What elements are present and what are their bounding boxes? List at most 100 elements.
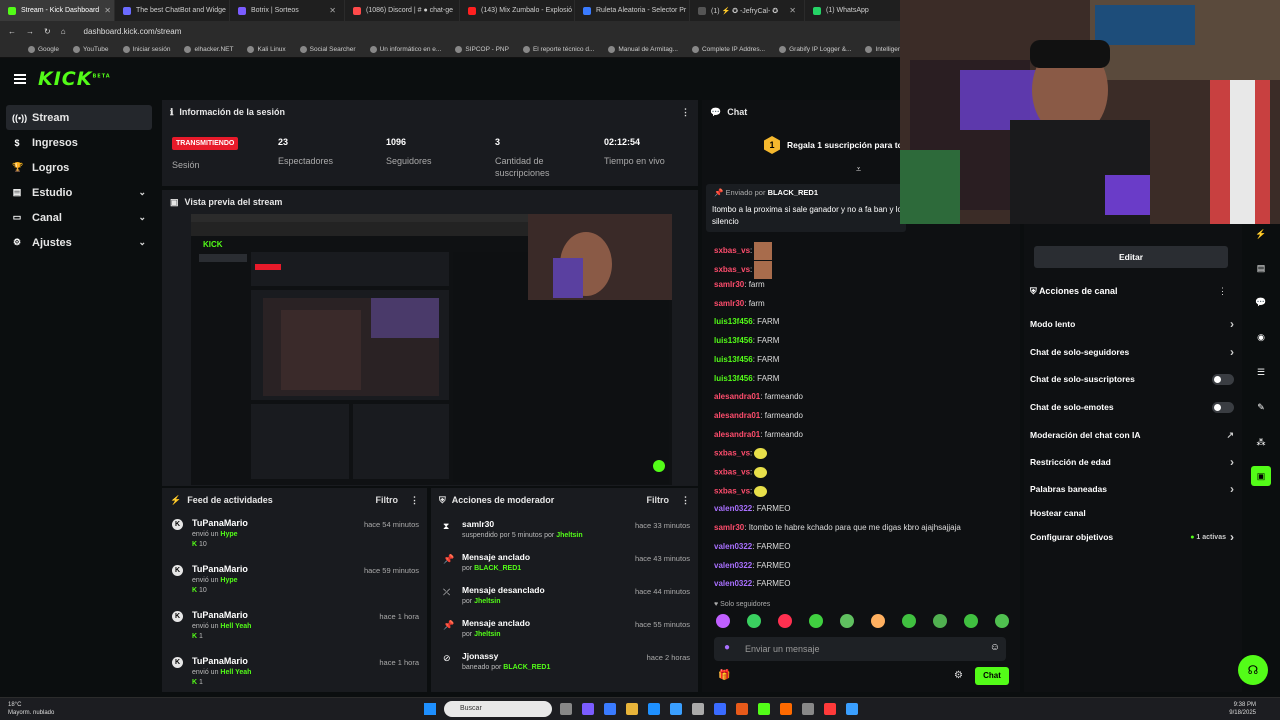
taskbar-app-icon[interactable] xyxy=(780,703,792,715)
toggle-switch[interactable] xyxy=(1212,373,1234,385)
activity-filter-button[interactable]: Filtro xyxy=(376,495,399,505)
edit-button[interactable]: Editar xyxy=(1034,246,1228,268)
sidebar-item-ajustes[interactable]: ⚙ Ajustes ⌄ xyxy=(0,230,158,255)
chat-username[interactable]: sxbas_vs xyxy=(714,449,750,458)
home-icon[interactable]: ⌂ xyxy=(61,27,66,36)
taskbar-app-icon[interactable] xyxy=(582,703,594,715)
taskbar-app-icon[interactable] xyxy=(758,703,770,715)
taskbar-search[interactable]: Buscar xyxy=(444,701,552,717)
emote-icon[interactable] xyxy=(995,614,1009,628)
url-field[interactable]: dashboard.kick.com/stream xyxy=(84,27,182,36)
activity-user[interactable]: TuPanaMario xyxy=(192,610,251,620)
support-button[interactable]: ☊ xyxy=(1238,655,1268,685)
chat-username[interactable]: sxbas_vs xyxy=(714,246,750,255)
broadcast-icon[interactable]: ◉ xyxy=(1251,327,1271,347)
taskbar-app-icon[interactable] xyxy=(824,703,836,715)
more-icon[interactable]: ⋮ xyxy=(681,107,690,118)
back-icon[interactable]: ← xyxy=(8,27,16,36)
stream-preview-video[interactable]: KICK xyxy=(191,214,672,485)
bookmark-item[interactable]: Social Searcher xyxy=(299,45,356,53)
more-icon[interactable]: ⋮ xyxy=(1218,286,1227,297)
people-icon[interactable]: ⁂ xyxy=(1251,432,1271,452)
kick-logo[interactable]: KICKBETA xyxy=(38,68,111,90)
browser-tab[interactable]: Ruleta Aleatoria - Selector Pr✕ xyxy=(575,0,690,21)
chat-username[interactable]: valen0322 xyxy=(714,542,752,551)
chat-username[interactable]: sxbas_vs xyxy=(714,486,750,495)
bookmark-item[interactable]: Kali Linux xyxy=(247,45,286,53)
chat-username[interactable]: luis13f456 xyxy=(714,336,753,345)
activity-user[interactable]: TuPanaMario xyxy=(192,518,248,528)
wrench-icon[interactable]: ✎ xyxy=(1251,397,1271,417)
chat-username[interactable]: sxbas_vs xyxy=(714,468,750,477)
channel-action-row[interactable]: Chat de solo-emotes xyxy=(1030,399,1234,415)
sidebar-item-estudio[interactable]: ▤ Estudio ⌄ xyxy=(0,180,158,205)
list-icon[interactable]: ☰ xyxy=(1251,362,1271,382)
clock[interactable]: 9:38 PM 9/18/2025 xyxy=(1229,701,1256,717)
taskbar-app-icon[interactable] xyxy=(736,703,748,715)
emote-icon[interactable] xyxy=(747,614,761,628)
browser-tab[interactable]: Botrix | Sorteos ✕ xyxy=(230,0,345,21)
emote-icon[interactable] xyxy=(933,614,947,628)
collapse-icon[interactable]: ⩡ xyxy=(856,164,861,175)
settings-icon[interactable]: ⚙ xyxy=(954,670,963,681)
close-icon[interactable]: ✕ xyxy=(789,6,796,15)
bookmark-item[interactable]: Un informático en e... xyxy=(369,45,441,53)
chat-username[interactable]: luis13f456 xyxy=(714,355,753,364)
windows-start-icon[interactable] xyxy=(424,703,436,715)
chat-username[interactable]: valen0322 xyxy=(714,561,752,570)
modaction-by[interactable]: Jheltsin xyxy=(474,631,500,638)
channel-action-row[interactable]: Palabras baneadas › xyxy=(1030,481,1234,497)
chat-username[interactable]: luis13f456 xyxy=(714,317,753,326)
bookmark-item[interactable]: Complete IP Addres... xyxy=(691,45,765,53)
bookmark-item[interactable]: SIPCOP - PNP xyxy=(455,45,509,53)
taskbar-app-icon[interactable] xyxy=(692,703,704,715)
chat-username[interactable]: alesandra01 xyxy=(714,430,760,439)
emote-icon[interactable] xyxy=(778,614,792,628)
emoji-icon[interactable]: ☺ xyxy=(990,642,1000,653)
close-icon[interactable]: ✕ xyxy=(104,6,111,15)
toggle-switch[interactable] xyxy=(1212,401,1234,413)
sidebar-item-canal[interactable]: ▭ Canal ⌄ xyxy=(0,205,158,230)
gift-icon[interactable]: 🎁 xyxy=(718,670,730,681)
sidebar-item-ingresos[interactable]: $ Ingresos xyxy=(0,130,158,155)
more-icon[interactable]: ⋮ xyxy=(410,495,419,506)
modaction-by[interactable]: BLACK_RED1 xyxy=(503,664,550,671)
bolt-icon[interactable]: ⚡ xyxy=(1251,224,1271,244)
channel-action-row[interactable]: Hostear canal xyxy=(1030,505,1234,521)
channel-action-row[interactable]: Chat de solo-suscriptores xyxy=(1030,371,1234,387)
chat-username[interactable]: valen0322 xyxy=(714,504,752,513)
chat-username[interactable]: luis13f456 xyxy=(714,374,753,383)
close-icon[interactable]: ✕ xyxy=(329,6,336,15)
browser-tab[interactable]: (143) Mix Zumbalo - Explosió✕ xyxy=(460,0,575,21)
activity-user[interactable]: TuPanaMario xyxy=(192,656,251,666)
channel-action-row[interactable]: Moderación del chat con IA ↗ xyxy=(1030,427,1234,443)
modaction-by[interactable]: BLACK_RED1 xyxy=(474,565,521,572)
activity-user[interactable]: TuPanaMario xyxy=(192,564,248,574)
chat-username[interactable]: samlr30 xyxy=(714,299,744,308)
taskbar-app-icon[interactable] xyxy=(560,703,572,715)
taskbar-app-icon[interactable] xyxy=(648,703,660,715)
chat-send-button[interactable]: Chat xyxy=(975,667,1009,685)
bookmark-item[interactable]: Iniciar sesión xyxy=(122,45,170,53)
taskbar-app-icon[interactable] xyxy=(714,703,726,715)
chat-input[interactable]: ● Enviar un mensaje ☺ xyxy=(714,637,1006,661)
taskbar-app-icon[interactable] xyxy=(626,703,638,715)
chat-username[interactable]: samlr30 xyxy=(714,523,744,532)
emote-icon[interactable] xyxy=(964,614,978,628)
taskbar-app-icon[interactable] xyxy=(604,703,616,715)
gift-banner[interactable]: Regala 1 suscripción para ton xyxy=(787,140,908,150)
sidebar-item-logros[interactable]: 🏆 Logros xyxy=(0,155,158,180)
emote-icon[interactable] xyxy=(902,614,916,628)
taskbar-app-icon[interactable] xyxy=(802,703,814,715)
chat-username[interactable]: valen0322 xyxy=(714,579,752,588)
bookmark-item[interactable]: El reporte técnico d... xyxy=(522,45,594,53)
modaction-by[interactable]: Jheltsin xyxy=(556,532,582,539)
chat-username[interactable]: alesandra01 xyxy=(714,392,760,401)
chat-username[interactable]: samlr30 xyxy=(714,280,744,289)
taskbar-app-icon[interactable] xyxy=(670,703,682,715)
emote-icon[interactable] xyxy=(716,614,730,628)
channel-action-row[interactable]: Restricción de edad › xyxy=(1030,454,1234,470)
channel-action-row[interactable]: Configurar objetivos ● 1 activas › xyxy=(1030,529,1234,545)
reload-icon[interactable]: ↻ xyxy=(44,27,51,36)
menu-icon[interactable] xyxy=(14,74,26,84)
